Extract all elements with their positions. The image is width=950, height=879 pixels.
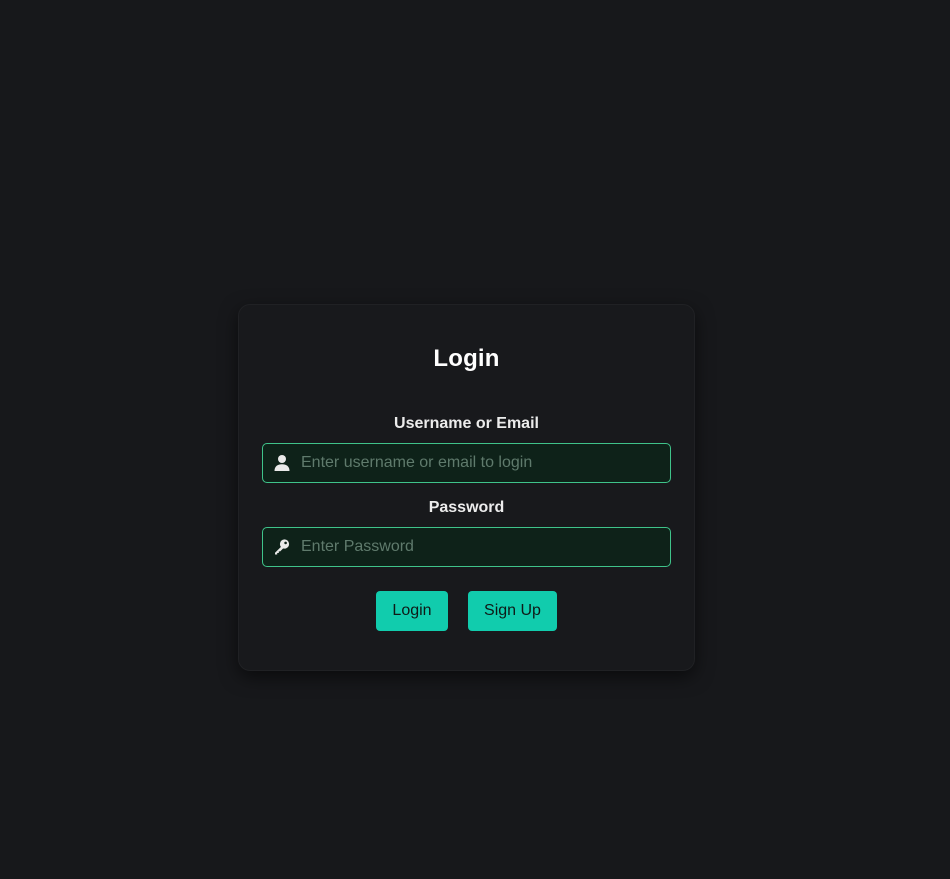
login-button[interactable]: Login: [376, 591, 448, 631]
signup-button[interactable]: Sign Up: [468, 591, 557, 631]
username-label: Username or Email: [394, 415, 539, 432]
user-icon: [274, 455, 290, 471]
login-title: Login: [433, 345, 500, 372]
password-field-wrapper[interactable]: [262, 527, 671, 567]
key-icon: [275, 539, 290, 555]
login-card: Login Username or Email Password Login S…: [238, 304, 695, 671]
password-input[interactable]: [301, 528, 661, 566]
password-label: Password: [428, 499, 505, 516]
username-field-wrapper[interactable]: [262, 443, 671, 483]
username-input[interactable]: [301, 444, 661, 482]
